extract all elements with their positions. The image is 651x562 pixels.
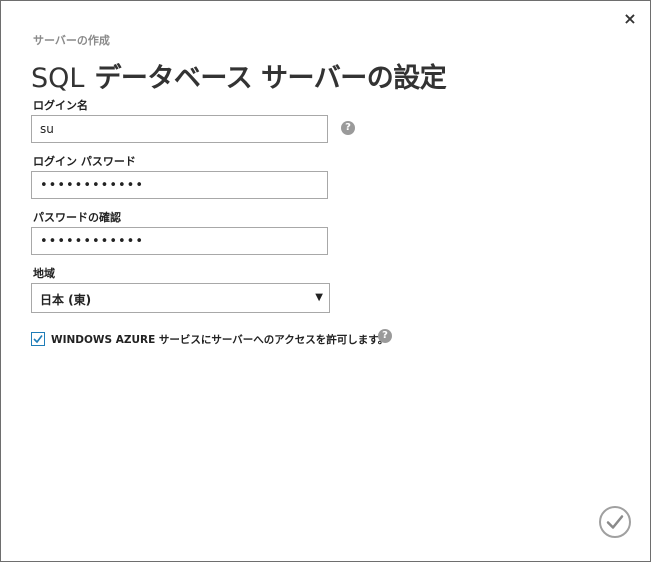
allow-azure-checkbox[interactable]: [31, 332, 45, 346]
region-selected-value: 日本 (東): [40, 293, 92, 307]
page-title-prefix: SQL: [31, 63, 85, 94]
create-server-dialog: × サーバーの作成 SQL データベース サーバーの設定 ログイン名 ? ログイン…: [0, 0, 651, 562]
page-title: SQL データベース サーバーの設定: [31, 56, 447, 95]
close-icon[interactable]: ×: [622, 11, 638, 27]
allow-azure-label: WINDOWS AZURE サービスにサーバーへのアクセスを許可します。: [51, 334, 389, 346]
help-icon[interactable]: ?: [341, 121, 355, 135]
region-label: 地域: [33, 267, 55, 280]
confirm-password-label: パスワードの確認: [33, 211, 121, 224]
confirm-password-input[interactable]: [31, 227, 328, 255]
login-password-label: ログイン パスワード: [33, 155, 136, 168]
login-name-input[interactable]: [31, 115, 328, 143]
chevron-down-icon: ▼: [315, 292, 323, 303]
region-select[interactable]: 日本 (東) ▼: [31, 283, 330, 313]
dialog-subtitle: サーバーの作成: [33, 34, 110, 47]
page-title-main: データベース サーバーの設定: [94, 63, 447, 94]
help-icon[interactable]: ?: [378, 329, 392, 343]
checkmark-circle-icon[interactable]: [599, 506, 631, 538]
login-password-input[interactable]: [31, 171, 328, 199]
login-name-label: ログイン名: [33, 99, 88, 112]
checkmark-icon: [33, 335, 43, 344]
